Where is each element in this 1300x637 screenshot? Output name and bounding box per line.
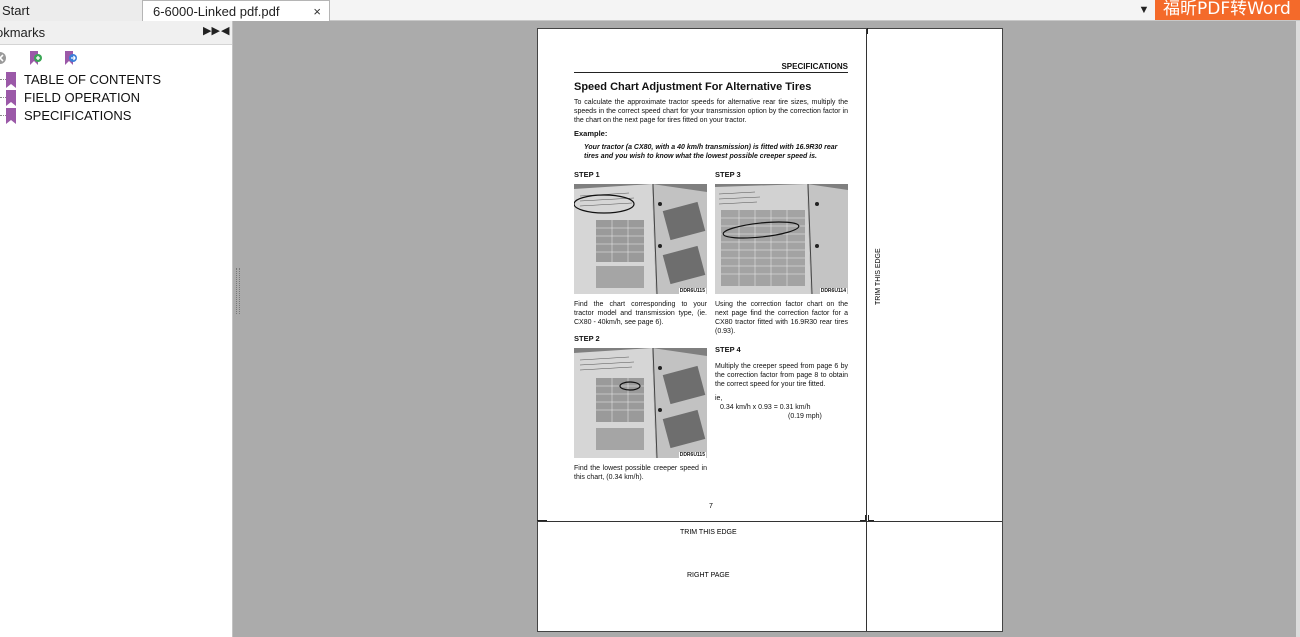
tab-document[interactable]: 6-6000-Linked pdf.pdf × xyxy=(142,0,330,21)
document-title: Speed Chart Adjustment For Alternative T… xyxy=(574,81,812,93)
step-1-photo: DDR6U115 xyxy=(574,184,707,294)
bookmark-label: SPECIFICATIONS xyxy=(24,108,132,123)
pdf-page: SPECIFICATIONS Speed Chart Adjustment Fo… xyxy=(537,28,1003,632)
step-3-text: Using the correction factor chart on the… xyxy=(715,301,848,335)
crop-mark xyxy=(868,515,874,521)
crop-mark xyxy=(862,28,868,34)
example-label: Example: xyxy=(574,129,608,138)
section-header: SPECIFICATIONS xyxy=(574,62,848,73)
close-tab-icon[interactable]: × xyxy=(313,1,321,22)
step-2-label: STEP 2 xyxy=(574,334,600,343)
bookmarks-panel: okmarks ▶▶ ◀ TABLE OF CONTENTS FIELD OPE… xyxy=(0,21,233,637)
steps-columns: STEP 1 DDR6U115 Find the chart correspon… xyxy=(574,170,848,500)
tab-list-dropdown-icon[interactable]: ▼ xyxy=(1136,0,1152,21)
step-4-text: Multiply the creeper speed from page 6 b… xyxy=(715,363,848,388)
trim-line-vertical xyxy=(866,29,867,631)
bookmarks-panel-title: okmarks xyxy=(0,25,46,40)
panel-resize-handle[interactable] xyxy=(236,268,240,314)
manual-photo-illustration xyxy=(574,184,707,294)
tab-start-label: Start xyxy=(2,3,30,18)
bookmarks-toolbar xyxy=(0,45,232,71)
intro-paragraph: To calculate the approximate tractor spe… xyxy=(574,99,848,124)
trim-edge-bottom-label: TRIM THIS EDGE xyxy=(680,529,737,536)
trim-line-horizontal xyxy=(538,521,1002,522)
expand-panel-icon[interactable]: ▶▶ xyxy=(203,24,220,37)
bookmark-table-of-contents[interactable]: TABLE OF CONTENTS xyxy=(0,71,232,89)
step-3-label: STEP 3 xyxy=(715,170,741,179)
figure-code: DDR6U115 xyxy=(678,288,706,294)
goto-bookmark-icon[interactable] xyxy=(62,50,78,66)
tab-start[interactable]: Start xyxy=(0,0,148,21)
tab-bar: Start 6-6000-Linked pdf.pdf × ▼ 福昕PDF转Wo… xyxy=(0,0,1300,21)
right-page-label: RIGHT PAGE xyxy=(687,572,730,579)
manual-photo-illustration xyxy=(574,348,707,458)
bookmark-field-operation[interactable]: FIELD OPERATION xyxy=(0,89,232,107)
steps-right-column: STEP 3 DDR6U114 Using the correction fac… xyxy=(715,170,848,421)
bookmark-ribbon-icon xyxy=(6,72,16,88)
figure-code: DDR6U114 xyxy=(819,288,847,294)
step-1-label: STEP 1 xyxy=(574,170,600,179)
step-2-text: Find the lowest possible creeper speed i… xyxy=(574,465,707,481)
trim-edge-side-label: TRIM THIS EDGE xyxy=(875,248,882,305)
page-content: SPECIFICATIONS Speed Chart Adjustment Fo… xyxy=(574,62,848,500)
bookmark-ribbon-icon xyxy=(6,90,16,106)
collapse-panel-icon[interactable]: ◀ xyxy=(221,24,229,37)
crop-mark xyxy=(537,515,547,521)
bookmark-specifications[interactable]: SPECIFICATIONS xyxy=(0,107,232,125)
add-bookmark-icon[interactable] xyxy=(27,50,43,66)
crop-mark xyxy=(860,515,866,521)
step-2-photo: DDR6U115 xyxy=(574,348,707,458)
bookmark-list: TABLE OF CONTENTS FIELD OPERATION SPECIF… xyxy=(0,71,232,125)
example-text: Your tractor (a CX80, with a 40 km/h tra… xyxy=(584,144,838,160)
bookmarks-panel-header: okmarks ▶▶ ◀ xyxy=(0,21,232,45)
pdf-viewer-window: Start 6-6000-Linked pdf.pdf × ▼ 福昕PDF转Wo… xyxy=(0,0,1300,637)
delete-bookmark-icon[interactable] xyxy=(0,50,8,66)
steps-left-column: STEP 1 DDR6U115 Find the chart correspon… xyxy=(574,170,707,482)
vertical-scrollbar[interactable] xyxy=(1296,21,1300,637)
calc-line-2: (0.19 mph) xyxy=(788,413,822,420)
step-4-label: STEP 4 xyxy=(715,345,741,354)
step-1-text: Find the chart corresponding to your tra… xyxy=(574,301,707,326)
bookmark-ribbon-icon xyxy=(6,108,16,124)
tab-document-label: 6-6000-Linked pdf.pdf xyxy=(153,4,280,19)
step-3-photo: DDR6U114 xyxy=(715,184,848,294)
bookmark-label: FIELD OPERATION xyxy=(24,90,141,105)
calc-line-1: 0.34 km/h x 0.93 = 0.31 km/h xyxy=(720,404,811,411)
calc-ie: ie, xyxy=(715,395,723,402)
figure-code: DDR6U115 xyxy=(678,452,706,458)
manual-photo-illustration xyxy=(715,184,848,294)
bookmark-label: TABLE OF CONTENTS xyxy=(24,72,161,87)
pdf-to-word-promo-button[interactable]: 福昕PDF转Word xyxy=(1155,0,1300,20)
page-number: 7 xyxy=(709,503,713,510)
